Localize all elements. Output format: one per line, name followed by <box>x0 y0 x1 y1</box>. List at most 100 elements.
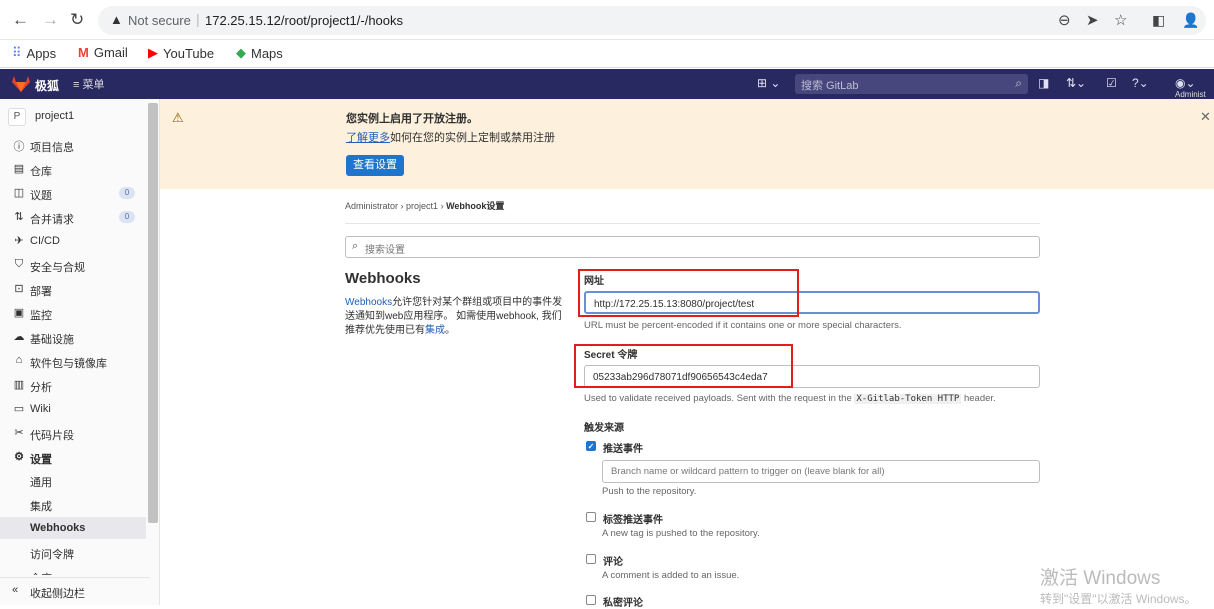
gmail-icon: M <box>78 45 89 60</box>
mr-count-badge: 0 <box>119 211 135 223</box>
avatar[interactable]: ◉⌄ <box>1175 76 1196 90</box>
sidebar-item-repository[interactable]: ▤ 仓库 <box>0 157 148 181</box>
sidebar-scrollbar[interactable] <box>148 103 158 523</box>
brand-name[interactable]: 极狐 <box>35 77 59 94</box>
sidebar-item-merge-requests[interactable]: ⇅ 合并请求 0 <box>0 205 148 229</box>
sidebar-item-issues[interactable]: ◫ 议题 0 <box>0 181 148 205</box>
rocket-icon: ✈ <box>14 235 24 247</box>
branch-filter-input[interactable]: Branch name or wildcard pattern to trigg… <box>602 460 1040 483</box>
cloud-icon: ☁ <box>13 331 25 343</box>
send-icon[interactable]: ➤ <box>1086 11 1099 29</box>
issues-icon[interactable]: ◨ <box>1038 76 1049 90</box>
highlight-box-url <box>578 269 799 317</box>
activation-watermark-title: 激活 Windows <box>1040 568 1161 589</box>
checkbox-box[interactable] <box>586 554 596 564</box>
info-icon: ⓘ <box>13 141 25 153</box>
webhooks-description: Webhooks允许您针对某个群组或项目中的事件发送通知到web应用程序。 如需… <box>345 297 563 336</box>
bookmark-maps[interactable]: ◆ Maps <box>236 45 283 61</box>
forward-arrow-icon[interactable]: → <box>42 10 59 30</box>
help-icon[interactable]: ?⌄ <box>1132 76 1149 90</box>
sidebar-item-infrastructure[interactable]: ☁ 基础设施 <box>0 325 148 349</box>
sidebar-item-settings[interactable]: ⚙ 设置 <box>0 445 148 469</box>
profile-icon[interactable]: 👤 <box>1182 10 1199 30</box>
star-icon[interactable]: ☆ <box>1114 11 1127 29</box>
view-settings-button[interactable]: 查看设置 <box>346 155 404 176</box>
issues-count-badge: 0 <box>119 187 135 199</box>
sidebar-item-analytics[interactable]: ▥ 分析 <box>0 373 148 397</box>
push-events-help: Push to the repository. <box>602 486 697 497</box>
project-sidebar: P project1 ⓘ 项目信息 ▤ 仓库 ◫ 议题 0 ⇅ 合并请求 0 ✈ CI/CD … <box>0 99 160 605</box>
issues-icon: ◫ <box>13 187 25 199</box>
sidebar-item-snippets[interactable]: ✂ 代码片段 <box>0 421 148 445</box>
breadcrumb-project[interactable]: project1 <box>406 201 438 211</box>
sidebar-sub-repository[interactable]: 仓库 <box>0 565 146 575</box>
sidebar-toggle-icon[interactable]: ◧ <box>1152 10 1165 30</box>
project-avatar: P <box>8 108 26 126</box>
secret-token-help: Used to validate received payloads. Sent… <box>584 393 996 404</box>
merge-request-icon[interactable]: ⇅⌄ <box>1066 76 1086 90</box>
todo-icon[interactable]: ☑ <box>1106 76 1117 90</box>
integrations-link[interactable]: 集成 <box>425 325 445 336</box>
highlight-box-secret <box>574 344 793 388</box>
url-help: URL must be percent-encoded if it contai… <box>584 320 902 331</box>
gear-icon: ⚙ <box>14 451 24 463</box>
sidebar-item-monitor[interactable]: ▣ 监控 <box>0 301 148 325</box>
warning-icon[interactable]: ▲ <box>110 12 123 27</box>
sidebar-sub-integrations[interactable]: 集成 <box>0 493 146 515</box>
webhooks-docs-link[interactable]: Webhooks <box>345 297 392 308</box>
checkbox-box[interactable] <box>586 512 596 522</box>
deploy-icon: ⊡ <box>14 283 24 295</box>
bookmark-gmail[interactable]: M Gmail <box>78 45 128 60</box>
gitlab-search[interactable]: 搜索 GitLab ⌕ <box>795 74 1028 94</box>
zoom-icon[interactable]: ⊖ <box>1058 11 1071 29</box>
breadcrumb-administrator[interactable]: Administrator <box>345 201 398 211</box>
not-secure-label[interactable]: Not secure <box>128 13 191 28</box>
chart-icon: ▥ <box>13 379 25 391</box>
project-header[interactable]: P project1 <box>0 105 150 129</box>
browser-toolbar: ← → ↻ ▲ Not secure | 172.25.15.12/root/p… <box>0 0 1214 40</box>
learn-more-link[interactable]: 了解更多 <box>346 132 390 144</box>
comments-help: A comment is added to an issue. <box>602 570 740 581</box>
trigger-label: 触发来源 <box>584 423 624 434</box>
book-icon: ▭ <box>13 403 25 415</box>
sidebar-item-project-info[interactable]: ⓘ 项目信息 <box>0 133 148 157</box>
shield-icon: ⛉ <box>14 258 24 270</box>
sidebar-sub-webhooks[interactable]: Webhooks <box>0 517 146 539</box>
reload-icon[interactable]: ↻ <box>70 10 84 30</box>
tag-push-events-help: A new tag is pushed to the repository. <box>602 528 760 539</box>
collapse-sidebar-button[interactable]: « 收起侧边栏 <box>0 577 150 605</box>
divider <box>345 223 1040 224</box>
fox-logo-icon[interactable] <box>12 76 30 92</box>
merge-request-icon: ⇅ <box>14 211 24 223</box>
search-settings-input[interactable]: ⌕ 搜索设置 <box>345 236 1040 258</box>
bookmark-apps[interactable]: ⠿ Apps <box>12 45 56 61</box>
warning-icon: ⚠ <box>172 110 184 125</box>
sidebar-sub-access-tokens[interactable]: 访问令牌 <box>0 541 146 563</box>
page-title: Webhooks <box>345 270 421 287</box>
sidebar-item-wiki[interactable]: ▭ Wiki <box>0 397 148 421</box>
checkbox-box[interactable] <box>586 595 596 605</box>
sidebar-item-deploy[interactable]: ⊡ 部署 <box>0 277 148 301</box>
checkmark-icon[interactable]: ✓ <box>586 441 596 451</box>
gitlab-navbar: 极狐 ≡ 菜单 ⊞ ⌄ 搜索 GitLab ⌕ ◨ ⇅⌄ ☑ ?⌄ ◉⌄ <box>0 69 1214 99</box>
double-chevron-left-icon: « <box>12 584 19 596</box>
search-icon: ⌕ <box>1015 76 1022 90</box>
project-name: project1 <box>35 110 75 122</box>
close-icon[interactable]: ✕ <box>1200 109 1211 125</box>
registration-alert: ⚠ 您实例上启用了开放注册。 了解更多如何在您的实例上定制或禁用注册 查看设置 … <box>160 99 1214 189</box>
sidebar-sub-general[interactable]: 通用 <box>0 469 146 491</box>
maps-icon: ◆ <box>236 45 246 60</box>
url-text[interactable]: 172.25.15.12/root/project1/-/hooks <box>205 13 403 28</box>
apps-grid-icon: ⠿ <box>12 45 22 60</box>
new-item-icon[interactable]: ⊞ ⌄ <box>757 76 780 90</box>
back-arrow-icon[interactable]: ← <box>12 10 29 30</box>
bookmark-youtube[interactable]: ▶ YouTube <box>148 45 214 61</box>
sidebar-item-cicd[interactable]: ✈ CI/CD <box>0 229 148 253</box>
breadcrumb: Administrator › project1 › Webhook设置 <box>345 199 504 212</box>
search-icon: ⌕ <box>352 240 359 252</box>
address-bar[interactable]: ▲ Not secure | 172.25.15.12/root/project… <box>98 6 1206 35</box>
sidebar-item-packages[interactable]: ⌂ 软件包与镜像库 <box>0 349 148 373</box>
breadcrumb-current[interactable]: Webhook设置 <box>446 201 504 211</box>
main-menu[interactable]: ≡ 菜单 <box>73 76 104 92</box>
sidebar-item-security[interactable]: ⛉ 安全与合规 <box>0 253 148 277</box>
